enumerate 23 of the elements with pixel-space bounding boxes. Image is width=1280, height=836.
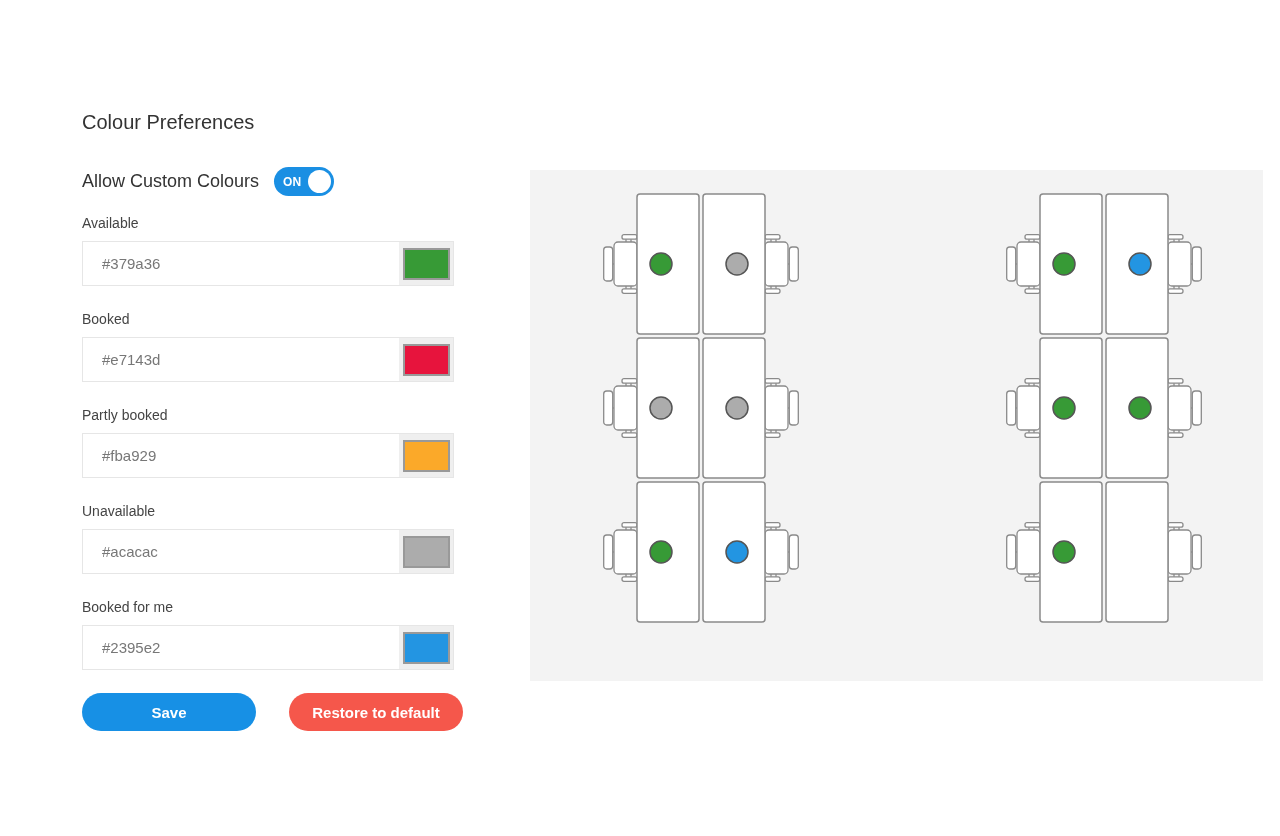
chair-icon	[603, 234, 638, 294]
chair-icon	[1167, 378, 1202, 438]
field-label: Booked for me	[82, 598, 174, 616]
save-button[interactable]: Save	[82, 693, 256, 731]
field-label: Unavailable	[82, 502, 156, 520]
chair-icon	[764, 234, 799, 294]
field-label: Partly booked	[82, 406, 168, 424]
chair-icon	[1167, 234, 1202, 294]
chair-icon	[764, 522, 799, 582]
chair-icon	[764, 378, 799, 438]
chair-icon	[603, 378, 638, 438]
section-title: Colour Preferences	[82, 110, 255, 134]
restore-button[interactable]: Restore to default	[289, 693, 463, 731]
chair-icon	[1167, 522, 1202, 582]
chair-icon	[1006, 378, 1041, 438]
field-label: Available	[82, 214, 139, 232]
toggle-knob-icon	[308, 170, 332, 193]
toggle-label: Allow Custom Colours	[82, 171, 260, 192]
toggle-switch[interactable]: ON	[274, 167, 335, 196]
chair-icon	[1006, 522, 1041, 582]
chair-icon	[1006, 234, 1041, 294]
chair-icon	[603, 522, 638, 582]
field-label: Booked	[82, 310, 130, 328]
